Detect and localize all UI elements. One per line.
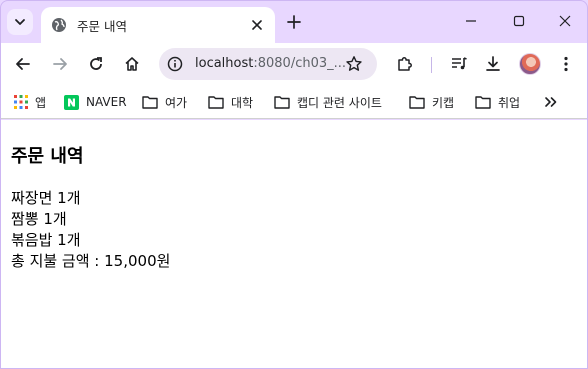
order-item: 짜장면 1개 [11,189,81,207]
tab-close-button[interactable] [249,17,265,33]
plus-icon [287,15,301,29]
back-button[interactable] [13,54,33,74]
folder-icon [409,96,425,109]
extensions-button[interactable] [395,54,415,74]
page-heading: 주문 내역 [11,146,84,167]
bookmark-folder-leisure[interactable]: 여가 [142,94,187,110]
bookmark-label: 앱 [35,95,47,110]
toolbar: localhost:8080/ch03_... [1,43,587,85]
browser-window: 주문 내역 localhost:8080/ch03_... 앱 NAVER 여가… [0,0,588,369]
globe-icon [52,18,66,32]
new-tab-button[interactable] [285,13,303,31]
order-list: 짜장면 1개 짬뽕 1개 볶음밥 1개 총 지불 금액 : 15,000원 [11,188,579,272]
bookmark-label: NAVER [86,95,127,109]
home-icon [125,57,139,71]
bookmark-folder-jobs[interactable]: 취업 [475,94,520,110]
minimize-icon [466,20,476,22]
download-icon [486,56,500,71]
address-bar[interactable]: localhost:8080/ch03_... [159,48,377,80]
puzzle-icon [398,57,412,71]
close-window-button[interactable] [557,13,573,29]
more-vert-icon [564,56,568,72]
bookmark-label: 여가 [165,95,188,110]
menu-button[interactable] [556,54,576,74]
home-button[interactable] [122,54,142,74]
close-icon [559,15,571,27]
maximize-button[interactable] [511,13,527,29]
url-text: localhost:8080/ch03_... [195,56,346,71]
tab-active[interactable]: 주문 내역 [41,7,275,43]
queue-music-icon [452,57,467,70]
tab-strip: 주문 내역 [1,1,587,43]
toolbar-divider [431,57,432,73]
maximize-icon [513,15,525,27]
bookmark-naver[interactable]: NAVER [64,94,127,110]
tab-search-button[interactable] [7,9,33,35]
naver-logo-icon [64,94,79,110]
arrow-right-icon [53,58,67,70]
profile-avatar[interactable] [519,53,541,75]
more-bookmarks-button[interactable] [543,94,559,110]
bookmark-star-icon[interactable] [345,55,363,73]
forward-button[interactable] [50,54,70,74]
folder-icon [208,96,224,109]
double-chevron-right-icon [545,97,557,107]
bookmark-label: 취업 [498,95,521,110]
bookmark-folder-university[interactable]: 대학 [208,94,253,110]
bookmark-folder-keycap[interactable]: 키캡 [409,94,454,110]
order-total: 총 지불 금액 : 15,000원 [11,252,171,270]
bookmark-label: 키캡 [432,95,455,110]
tab-title: 주문 내역 [77,18,127,34]
bookmark-folder-capstone[interactable]: 캡디 관련 사이트 [274,94,382,110]
url-rest: :8080/ch03_... [253,56,347,71]
bookmark-apps[interactable]: 앱 [14,94,46,110]
arrow-left-icon [16,58,30,70]
downloads-button[interactable] [483,54,503,74]
chevron-down-icon [15,19,25,25]
bookmark-label: 대학 [231,95,254,110]
order-item: 볶음밥 1개 [11,231,81,249]
folder-icon [142,96,158,109]
minimize-button[interactable] [463,13,479,29]
folder-icon [274,96,290,109]
info-icon[interactable] [167,56,183,72]
reload-icon [90,57,102,70]
close-icon [252,20,262,30]
media-control-button[interactable] [449,54,469,74]
folder-icon [475,96,491,109]
url-host: localhost [195,56,254,71]
reload-button[interactable] [86,54,106,74]
apps-grid-icon [14,95,28,109]
bookmarks-bar: 앱 NAVER 여가 대학 캡디 관련 사이트 키캡 취업 [1,85,587,119]
page-content: 주문 내역 짜장면 1개 짬뽕 1개 볶음밥 1개 총 지불 금액 : 15,0… [1,120,587,368]
order-item: 짬뽕 1개 [11,210,67,228]
bookmark-label: 캡디 관련 사이트 [297,95,382,110]
